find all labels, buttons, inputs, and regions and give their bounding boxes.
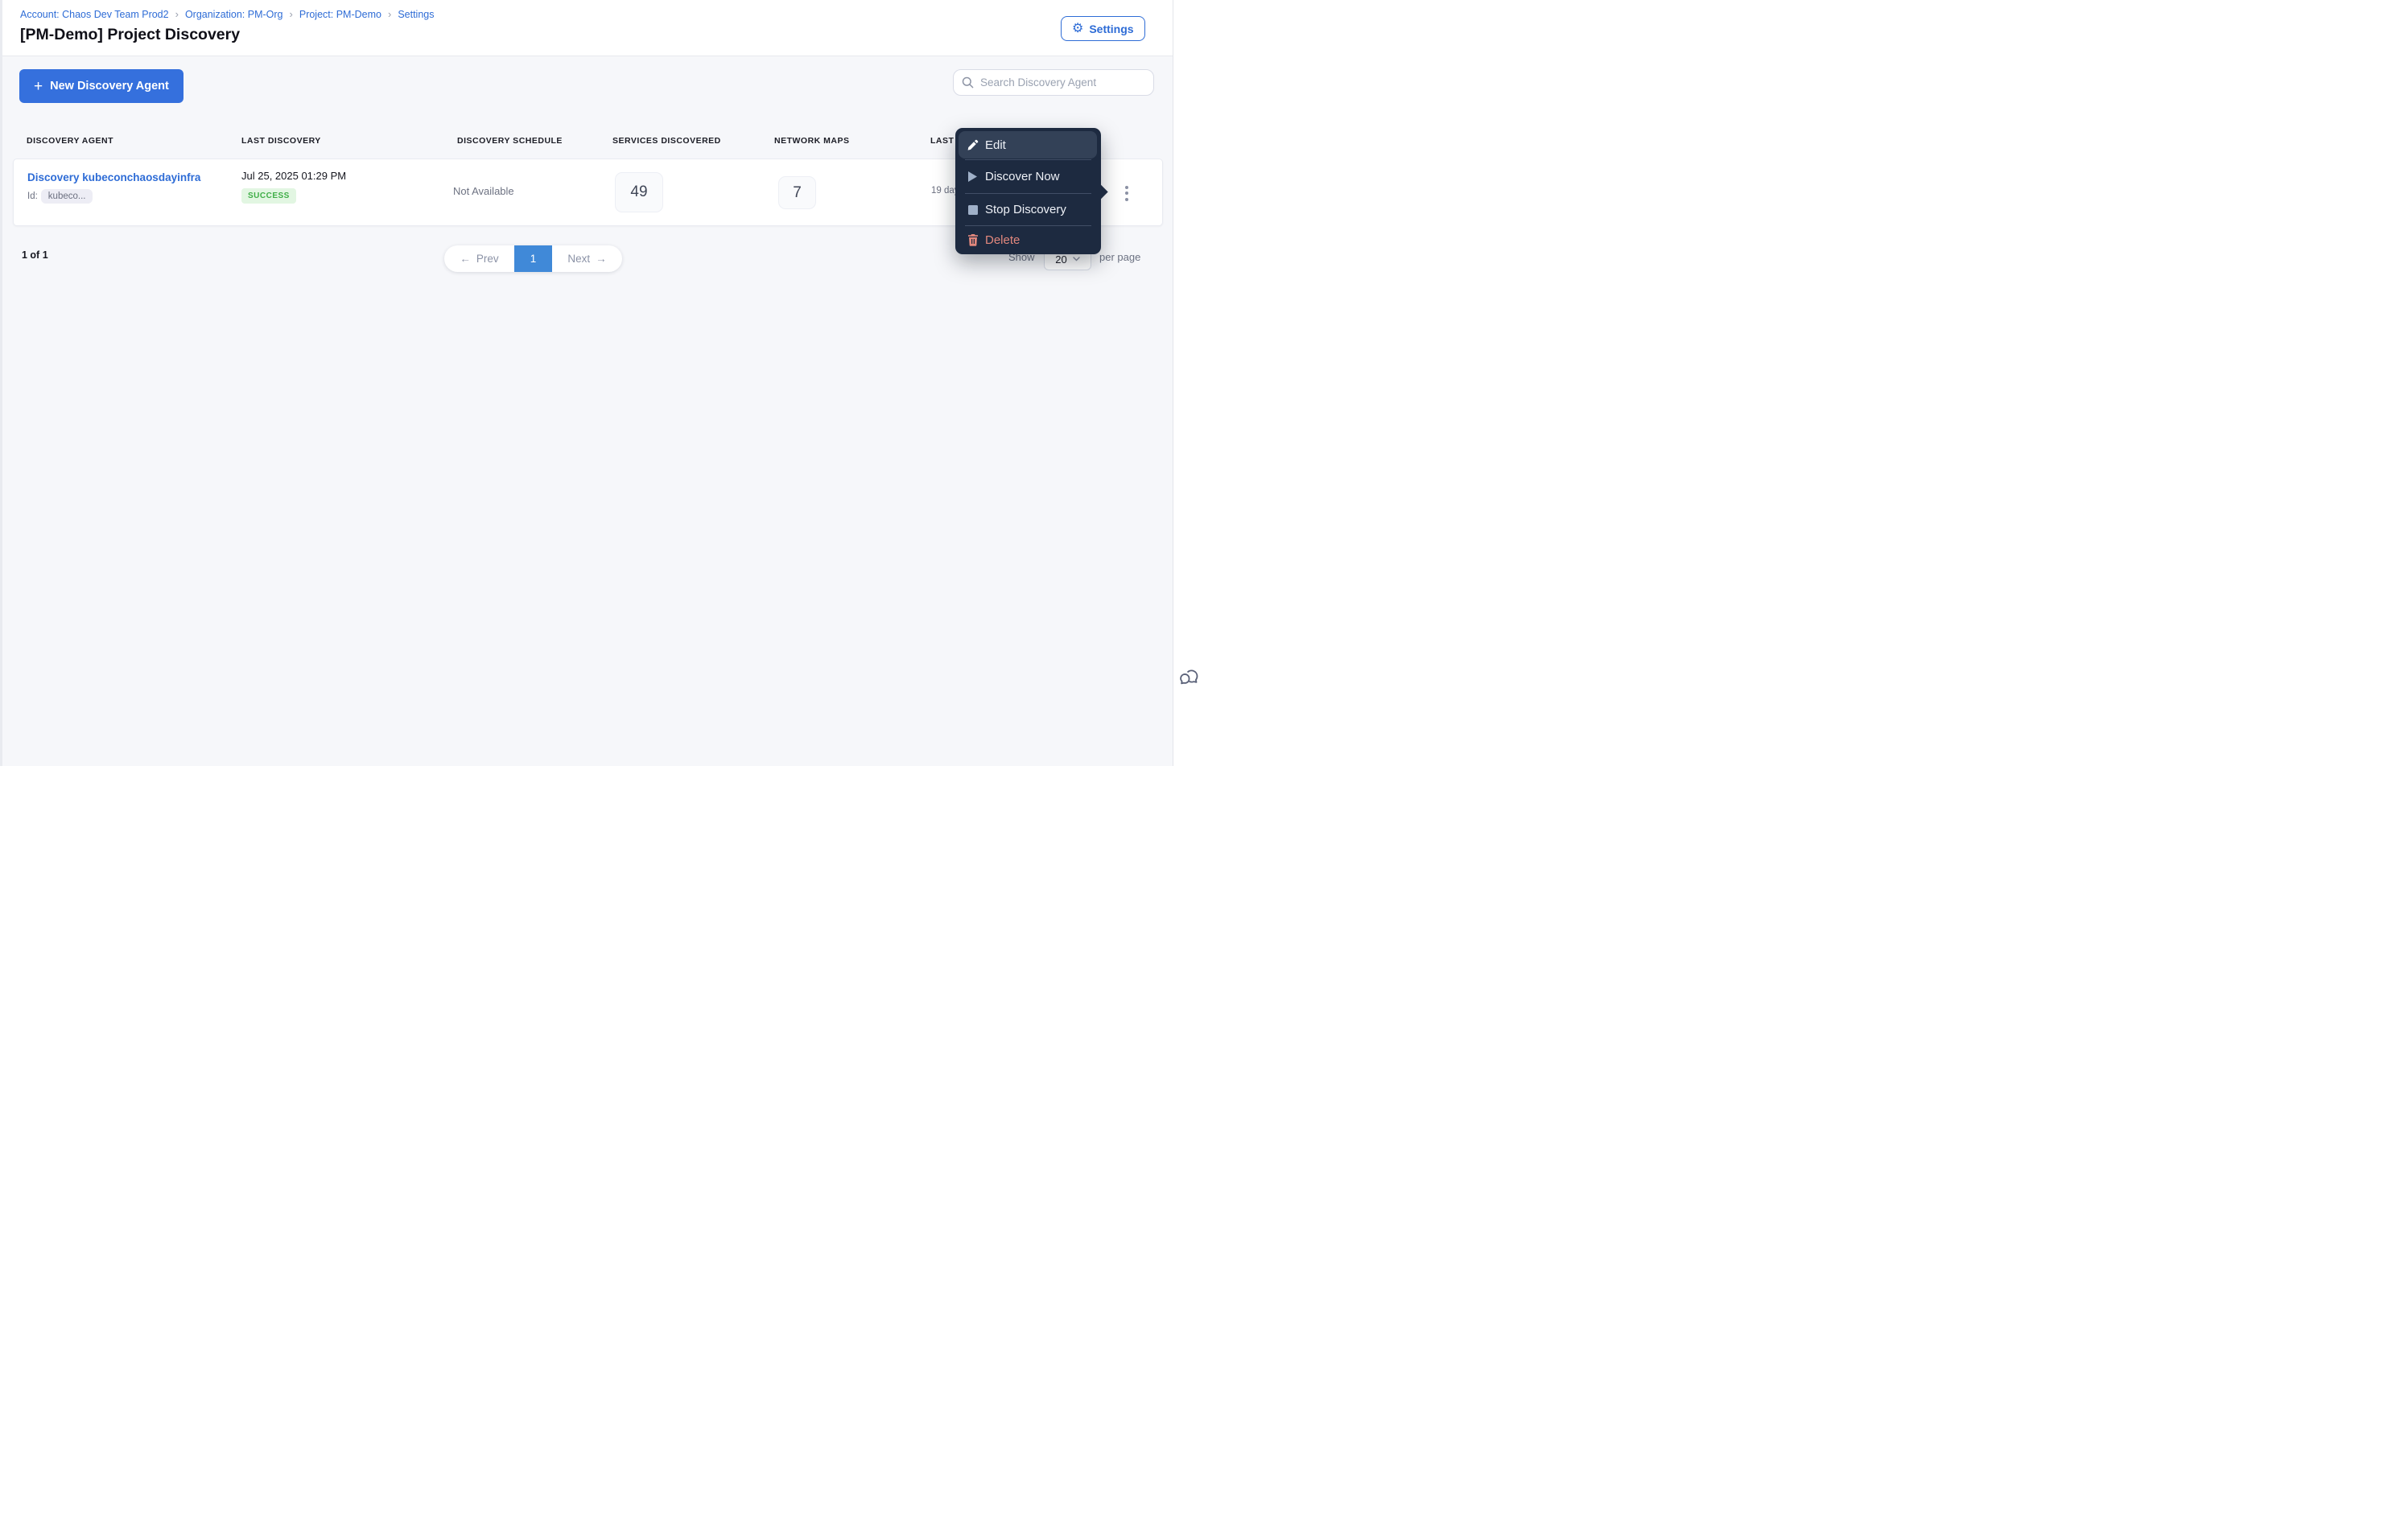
- current-page-button[interactable]: 1: [514, 245, 552, 272]
- column-header-network-maps: NETWORK MAPS: [774, 136, 850, 146]
- new-discovery-agent-button[interactable]: + New Discovery Agent: [19, 69, 183, 103]
- page-summary: 1 of 1: [22, 249, 48, 261]
- discovery-schedule-value: Not Available: [453, 185, 514, 197]
- content-area: + New Discovery Agent DISCOVERY AGENT LA…: [0, 56, 1173, 766]
- search-box: [953, 69, 1154, 96]
- agent-id-label: Id:: [27, 192, 38, 201]
- menu-item-discover-now-label: Discover Now: [985, 170, 1060, 183]
- per-page-label: per page: [1099, 251, 1141, 263]
- project-discovery-screen: Account: Chaos Dev Team Prod2 › Organiza…: [0, 0, 1204, 766]
- network-maps-count[interactable]: 7: [778, 176, 816, 209]
- next-arrow-icon: →: [596, 253, 607, 265]
- status-badge: SUCCESS: [241, 188, 296, 204]
- settings-button[interactable]: ⚙ Settings: [1061, 16, 1145, 41]
- stop-icon: [967, 204, 979, 215]
- menu-item-stop-discovery[interactable]: Stop Discovery: [955, 194, 1101, 225]
- agent-name-link[interactable]: Discovery kubeconchaosdayinfra: [27, 171, 200, 183]
- menu-item-discover-now[interactable]: Discover Now: [955, 160, 1101, 193]
- breadcrumb-project[interactable]: Project: PM-Demo: [299, 9, 381, 20]
- breadcrumb-organization[interactable]: Organization: PM-Org: [185, 9, 283, 20]
- search-icon: [962, 76, 974, 89]
- column-header-last-discovery: LAST DISCOVERY: [241, 136, 321, 146]
- row-kebab-menu-icon[interactable]: [1122, 180, 1132, 206]
- row-context-menu: Edit Discover Now Stop Discovery Delete: [955, 128, 1108, 254]
- trash-icon: [967, 234, 979, 246]
- prev-label: Prev: [476, 253, 499, 265]
- prev-arrow-icon: ←: [460, 253, 471, 265]
- settings-button-label: Settings: [1089, 22, 1134, 35]
- breadcrumb-settings[interactable]: Settings: [398, 9, 434, 20]
- search-input[interactable]: [980, 76, 1145, 89]
- breadcrumb: Account: Chaos Dev Team Prod2 › Organiza…: [20, 8, 434, 20]
- menu-item-edit[interactable]: Edit: [959, 131, 1097, 159]
- chat-support-icon[interactable]: [1179, 668, 1200, 689]
- services-discovered-count[interactable]: 49: [615, 172, 663, 212]
- column-header-discovery-schedule: DISCOVERY SCHEDULE: [457, 136, 563, 146]
- next-label: Next: [567, 253, 591, 265]
- new-discovery-agent-label: New Discovery Agent: [50, 80, 169, 93]
- pencil-icon: [967, 139, 979, 151]
- plus-icon: +: [34, 77, 43, 95]
- top-bar: Account: Chaos Dev Team Prod2 › Organiza…: [0, 0, 1173, 56]
- last-discovery-date: Jul 25, 2025 01:29 PM: [241, 170, 347, 182]
- right-edge-strip: [1173, 0, 1204, 766]
- chevron-down-icon: [1073, 257, 1080, 262]
- menu-item-delete[interactable]: Delete: [955, 226, 1101, 254]
- play-icon: [967, 171, 979, 183]
- column-header-last: LAST: [930, 136, 955, 146]
- breadcrumb-separator: ›: [289, 8, 293, 20]
- menu-item-edit-label: Edit: [985, 138, 1006, 152]
- page-size-value: 20: [1055, 253, 1067, 266]
- column-header-discovery-agent: DISCOVERY AGENT: [27, 136, 114, 146]
- menu-item-delete-label: Delete: [985, 233, 1021, 247]
- agent-id-line: Id: kubeco...: [27, 189, 93, 204]
- pager: ← Prev 1 Next →: [444, 245, 622, 272]
- breadcrumb-account[interactable]: Account: Chaos Dev Team Prod2: [20, 9, 169, 20]
- prev-page-button[interactable]: ← Prev: [444, 245, 514, 272]
- menu-item-stop-discovery-label: Stop Discovery: [985, 203, 1066, 216]
- breadcrumb-separator: ›: [387, 8, 392, 20]
- breadcrumb-separator: ›: [175, 8, 179, 20]
- left-edge-sliver: [0, 0, 2, 766]
- column-header-services-discovered: SERVICES DISCOVERED: [612, 136, 721, 146]
- next-page-button[interactable]: Next →: [552, 245, 622, 272]
- page-title: [PM-Demo] Project Discovery: [20, 26, 241, 43]
- gear-icon: ⚙: [1072, 21, 1084, 35]
- agent-id-value: kubeco...: [40, 189, 93, 204]
